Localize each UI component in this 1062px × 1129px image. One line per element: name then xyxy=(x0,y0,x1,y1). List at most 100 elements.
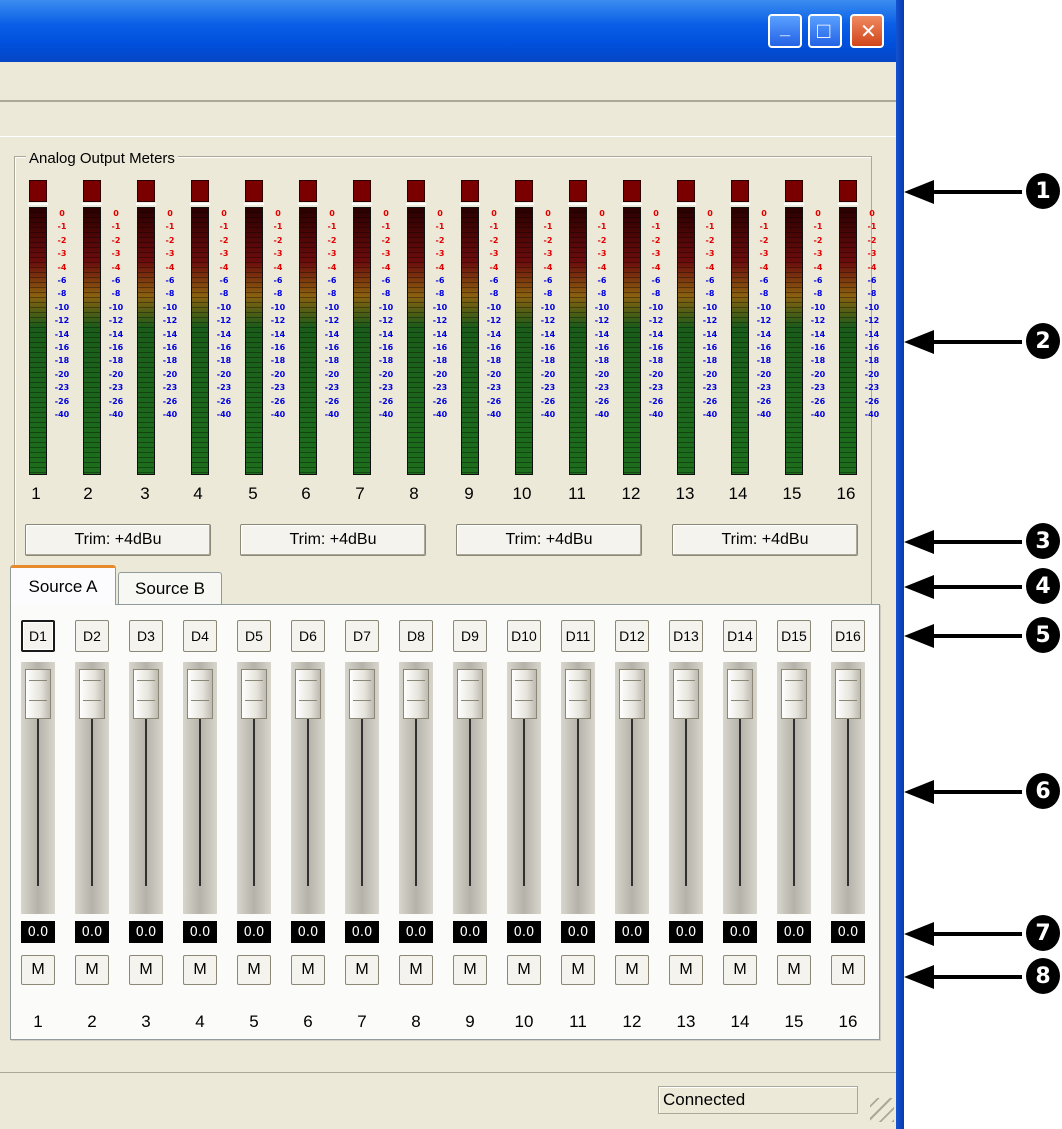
trim-button[interactable]: Trim: +4dBu xyxy=(25,524,211,556)
fader-knob[interactable] xyxy=(457,669,483,719)
meter-scale-label: -1 xyxy=(543,222,553,232)
meter-scale-label: -1 xyxy=(651,222,661,232)
source-select-button[interactable]: D12 xyxy=(615,620,649,652)
source-select-button[interactable]: D9 xyxy=(453,620,487,652)
mute-button[interactable]: M xyxy=(723,955,757,985)
fader-knob[interactable] xyxy=(241,669,267,719)
meter-scale-label: -2 xyxy=(111,235,121,245)
meter-peak-indicator xyxy=(352,180,372,205)
meter-scale-label: -20 xyxy=(432,369,448,379)
callout-arrow-icon xyxy=(904,922,1022,946)
meter-scale: 0 -1 -2 -3 -4 -6 -8 -10 -12 -14 -16 -18 -20 -23 -26 -40 xyxy=(591,207,613,475)
meter-scale-label: -10 xyxy=(702,302,718,312)
callout-arrow-icon xyxy=(904,624,1022,648)
meter-scale-label: -20 xyxy=(216,369,232,379)
meter-scale-label: -23 xyxy=(648,383,664,393)
mute-button[interactable]: M xyxy=(615,955,649,985)
fader-knob[interactable] xyxy=(673,669,699,719)
fader-channel-number: 11 xyxy=(569,1012,587,1031)
fader-knob[interactable] xyxy=(79,669,105,719)
meter-scale-label: -20 xyxy=(54,369,70,379)
mute-button[interactable]: M xyxy=(291,955,325,985)
meter-scale-label: -2 xyxy=(867,235,877,245)
meter-scale-label: -3 xyxy=(705,249,715,259)
mute-button[interactable]: M xyxy=(399,955,433,985)
fader-knob[interactable] xyxy=(781,669,807,719)
source-select-button[interactable]: D6 xyxy=(291,620,325,652)
meter-scale-label: -26 xyxy=(594,396,610,406)
trim-button[interactable]: Trim: +4dBu xyxy=(456,524,642,556)
mute-button[interactable]: M xyxy=(777,955,811,985)
fader-knob[interactable] xyxy=(133,669,159,719)
callout-arrow-icon xyxy=(904,575,1022,599)
mute-button[interactable]: M xyxy=(75,955,109,985)
mute-button[interactable]: M xyxy=(21,955,55,985)
source-select-button[interactable]: D2 xyxy=(75,620,109,652)
meter-scale-label: -18 xyxy=(324,356,340,366)
meter-scale-label: 0 xyxy=(707,209,713,218)
meter-scale-label: -2 xyxy=(165,235,175,245)
mute-button[interactable]: M xyxy=(129,955,163,985)
source-select-button[interactable]: D3 xyxy=(129,620,163,652)
fader-knob[interactable] xyxy=(25,669,51,719)
meter-scale-label: -14 xyxy=(270,329,286,339)
meter-scale-label: -18 xyxy=(162,356,178,366)
meter-channel-number: 15 xyxy=(782,484,802,503)
gain-value-display: 0.0 xyxy=(723,921,757,943)
fader-knob[interactable] xyxy=(565,669,591,719)
trim-button[interactable]: Trim: +4dBu xyxy=(672,524,858,556)
meter-scale-label: -16 xyxy=(810,343,826,353)
source-select-button[interactable]: D8 xyxy=(399,620,433,652)
mute-button[interactable]: M xyxy=(237,955,271,985)
gain-value-display: 0.0 xyxy=(75,921,109,943)
source-select-button[interactable]: D5 xyxy=(237,620,271,652)
fader-knob[interactable] xyxy=(403,669,429,719)
mute-button[interactable]: M xyxy=(183,955,217,985)
fader-knob[interactable] xyxy=(187,669,213,719)
meter-level-bar xyxy=(245,207,263,475)
mute-button[interactable]: M xyxy=(669,955,703,985)
meter-scale-label: -6 xyxy=(489,276,499,286)
source-select-button[interactable]: D4 xyxy=(183,620,217,652)
meter-scale-label: -2 xyxy=(219,235,229,245)
mute-button[interactable]: M xyxy=(345,955,379,985)
tab-source-a[interactable]: Source A xyxy=(10,565,116,605)
meter-channel-number: 9 xyxy=(464,484,474,503)
meter-scale: 0 -1 -2 -3 -4 -6 -8 -10 -12 -14 -16 -18 -20 -23 -26 -40 xyxy=(159,207,181,475)
source-select-button[interactable]: D11 xyxy=(561,620,595,652)
meter-scale-label: -14 xyxy=(216,329,232,339)
fader-knob[interactable] xyxy=(727,669,753,719)
source-select-button[interactable]: D13 xyxy=(669,620,703,652)
mute-button[interactable]: M xyxy=(453,955,487,985)
meter-scale-label: -18 xyxy=(270,356,286,366)
source-select-button[interactable]: D14 xyxy=(723,620,757,652)
meter-scale-label: 0 xyxy=(869,209,875,218)
mute-button[interactable]: M xyxy=(831,955,865,985)
gain-value-display: 0.0 xyxy=(507,921,541,943)
tab-source-b[interactable]: Source B xyxy=(118,572,222,604)
meter-scale-label: -14 xyxy=(486,329,502,339)
trim-button[interactable]: Trim: +4dBu xyxy=(240,524,426,556)
fader-knob[interactable] xyxy=(295,669,321,719)
source-select-button[interactable]: D10 xyxy=(507,620,541,652)
source-select-button[interactable]: D15 xyxy=(777,620,811,652)
minimize-button[interactable]: _ xyxy=(768,14,802,48)
mute-button[interactable]: M xyxy=(561,955,595,985)
source-select-button[interactable]: D7 xyxy=(345,620,379,652)
meter-scale-label: -6 xyxy=(813,276,823,286)
fader-knob[interactable] xyxy=(835,669,861,719)
meter-scale-label: -3 xyxy=(219,249,229,259)
source-select-button[interactable]: D1 xyxy=(21,620,55,652)
resize-grip-icon[interactable] xyxy=(870,1098,894,1122)
meter-scale-label: -23 xyxy=(594,383,610,393)
meter-scale-label: -10 xyxy=(756,302,772,312)
close-button[interactable]: ✕ xyxy=(850,14,884,48)
fader-knob[interactable] xyxy=(619,669,645,719)
fader-knob[interactable] xyxy=(349,669,375,719)
meter-scale-label: -8 xyxy=(111,289,121,299)
source-select-button[interactable]: D16 xyxy=(831,620,865,652)
mute-button[interactable]: M xyxy=(507,955,541,985)
meter-scale-label: -18 xyxy=(756,356,772,366)
maximize-button[interactable]: □ xyxy=(808,14,842,48)
fader-knob[interactable] xyxy=(511,669,537,719)
